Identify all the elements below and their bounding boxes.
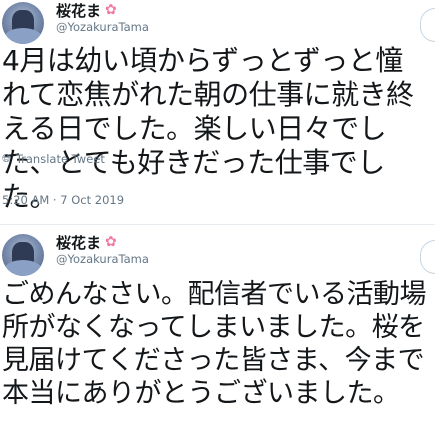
- tweet-text: ごめんなさい。配信者でいる活動場所がなくなってしまいました。桜を見届けてくださっ…: [2, 279, 427, 409]
- author-name-row[interactable]: 桜花ま ✿: [56, 232, 117, 252]
- author-avatar[interactable]: [2, 234, 44, 276]
- divider: [0, 224, 435, 225]
- globe-icon: 🌐︎: [2, 152, 11, 165]
- translate-label: Translate Tweet: [15, 152, 105, 166]
- author-handle[interactable]: @YozakuraTama: [56, 252, 149, 266]
- sakura-icon: ✿: [105, 2, 117, 18]
- author-name[interactable]: 桜花ま: [56, 0, 101, 21]
- tweet-timestamp[interactable]: 5:20 AM · 7 Oct 2019: [2, 193, 124, 207]
- follow-button[interactable]: [420, 8, 435, 42]
- author-avatar[interactable]: [2, 2, 44, 44]
- tweet-text: 4月は幼い頃からずっとずっと憧れて恋焦がれた朝の仕事に就き終える日でした。楽しい…: [2, 44, 414, 213]
- translate-tweet-link[interactable]: 🌐︎ Translate Tweet: [2, 152, 105, 166]
- author-name-row[interactable]: 桜花ま ✿: [56, 0, 117, 20]
- sakura-icon: ✿: [105, 234, 117, 250]
- tweet-2[interactable]: 桜花ま ✿ @YozakuraTama ごめんなさい。配信者でいる活動場所がなく…: [0, 232, 435, 429]
- tweet-1[interactable]: 桜花ま ✿ @YozakuraTama 4月は幼い頃からずっとずっと憧れて恋焦が…: [0, 0, 435, 225]
- author-name[interactable]: 桜花ま: [56, 232, 101, 253]
- author-handle[interactable]: @YozakuraTama: [56, 20, 149, 34]
- follow-button[interactable]: [420, 240, 435, 274]
